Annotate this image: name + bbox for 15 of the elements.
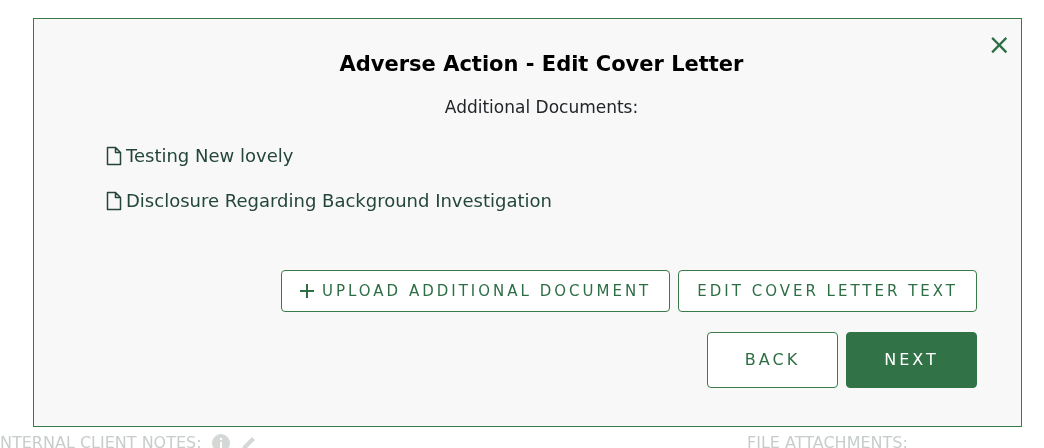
close-button[interactable]: × xyxy=(987,31,1011,59)
section-heading: Additional Documents: xyxy=(443,95,640,119)
back-button[interactable]: BACK xyxy=(707,332,838,388)
edit-button[interactable]: EDIT COVER LETTER TEXT xyxy=(678,270,977,312)
next-button[interactable]: NEXT xyxy=(846,332,977,388)
document-icon xyxy=(106,190,122,211)
dialog-title: Adverse Action - Edit Cover Letter xyxy=(338,51,745,78)
upload-button[interactable]: UPLOAD ADDITIONAL DOCUMENT xyxy=(280,270,671,312)
section-label: NTERNAL CLIENT NOTES: xyxy=(0,432,202,448)
document-link[interactable]: Disclosure Regarding Background Investigation xyxy=(126,187,552,214)
plus-icon xyxy=(299,284,314,298)
section-label: FILE ATTACHMENTS: xyxy=(747,432,908,448)
info-icon xyxy=(211,434,230,448)
document-icon xyxy=(106,145,122,166)
document-link[interactable]: Testing New lovely xyxy=(126,142,294,169)
